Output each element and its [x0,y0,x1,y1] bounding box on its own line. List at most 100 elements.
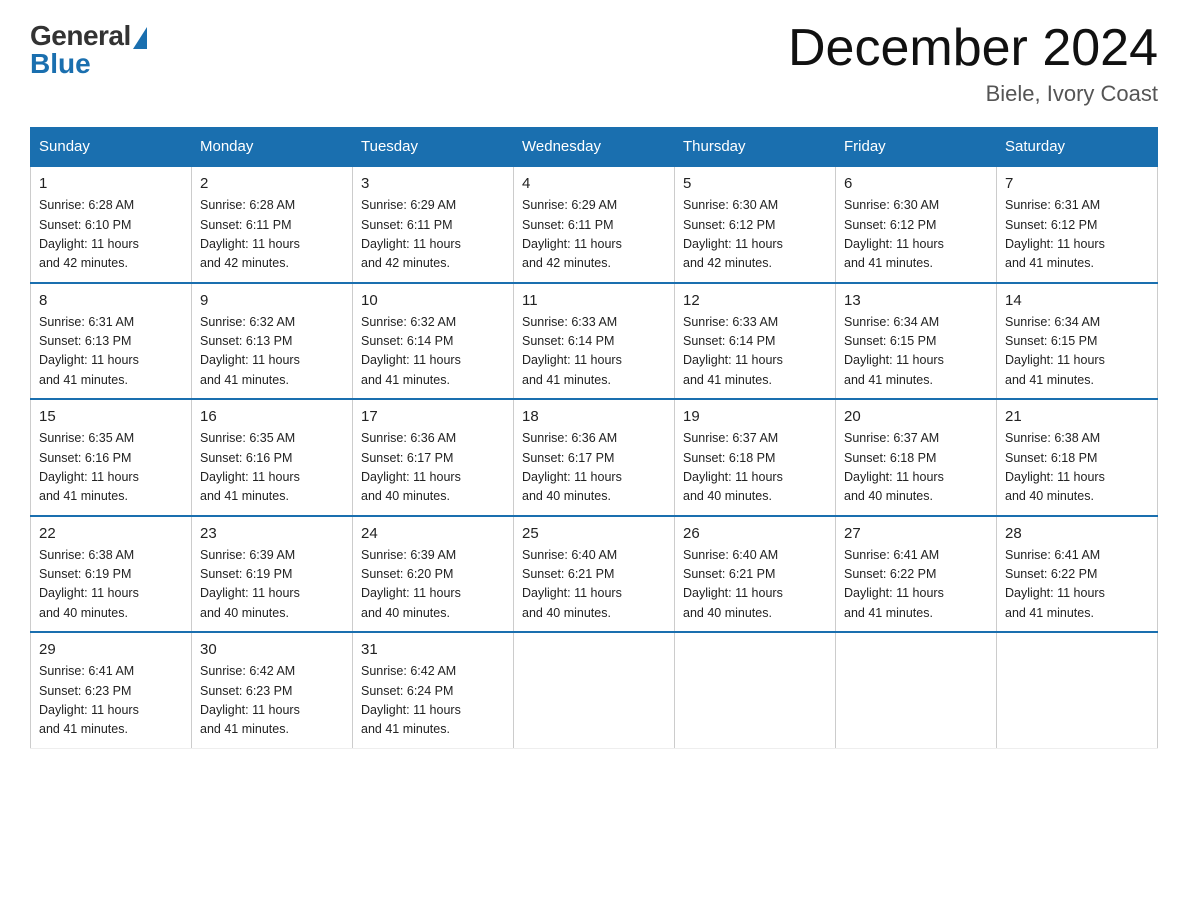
day-number: 4 [522,175,666,192]
column-header-tuesday: Tuesday [353,128,514,167]
day-number: 27 [844,525,988,542]
calendar-day-cell: 4 Sunrise: 6:29 AM Sunset: 6:11 PM Daylig… [514,166,675,283]
day-info: Sunrise: 6:42 AM Sunset: 6:24 PM Dayligh… [361,662,505,740]
calendar-empty-cell [836,632,997,748]
day-info: Sunrise: 6:38 AM Sunset: 6:19 PM Dayligh… [39,546,183,624]
day-number: 13 [844,292,988,309]
day-info: Sunrise: 6:30 AM Sunset: 6:12 PM Dayligh… [844,196,988,274]
calendar-day-cell: 12 Sunrise: 6:33 AM Sunset: 6:14 PM Dayli… [675,283,836,400]
calendar-day-cell: 29 Sunrise: 6:41 AM Sunset: 6:23 PM Dayli… [31,632,192,748]
calendar-day-cell: 5 Sunrise: 6:30 AM Sunset: 6:12 PM Daylig… [675,166,836,283]
title-area: December 2024 Biele, Ivory Coast [788,20,1158,107]
column-header-friday: Friday [836,128,997,167]
day-info: Sunrise: 6:41 AM Sunset: 6:23 PM Dayligh… [39,662,183,740]
day-info: Sunrise: 6:29 AM Sunset: 6:11 PM Dayligh… [361,196,505,274]
day-number: 29 [39,641,183,658]
day-info: Sunrise: 6:40 AM Sunset: 6:21 PM Dayligh… [683,546,827,624]
column-header-wednesday: Wednesday [514,128,675,167]
calendar-day-cell: 7Sunrise: 6:31 AM Sunset: 6:12 PM Daylig… [997,166,1158,283]
calendar-day-cell: 28 Sunrise: 6:41 AM Sunset: 6:22 PM Dayli… [997,516,1158,633]
day-number: 17 [361,408,505,425]
day-info: Sunrise: 6:39 AM Sunset: 6:20 PM Dayligh… [361,546,505,624]
day-number: 19 [683,408,827,425]
day-info: Sunrise: 6:37 AM Sunset: 6:18 PM Dayligh… [683,429,827,507]
column-header-monday: Monday [192,128,353,167]
calendar-table: SundayMondayTuesdayWednesdayThursdayFrid… [30,127,1158,749]
calendar-day-cell: 22 Sunrise: 6:38 AM Sunset: 6:19 PM Dayli… [31,516,192,633]
calendar-week-row: 15 Sunrise: 6:35 AM Sunset: 6:16 PM Dayli… [31,399,1158,516]
calendar-day-cell: 13 Sunrise: 6:34 AM Sunset: 6:15 PM Dayli… [836,283,997,400]
day-info: Sunrise: 6:39 AM Sunset: 6:19 PM Dayligh… [200,546,344,624]
calendar-day-cell: 17 Sunrise: 6:36 AM Sunset: 6:17 PM Dayli… [353,399,514,516]
calendar-empty-cell [675,632,836,748]
day-number: 3 [361,175,505,192]
calendar-day-cell: 15 Sunrise: 6:35 AM Sunset: 6:16 PM Dayli… [31,399,192,516]
day-info: Sunrise: 6:28 AM Sunset: 6:10 PM Dayligh… [39,196,183,274]
day-number: 9 [200,292,344,309]
day-info: Sunrise: 6:41 AM Sunset: 6:22 PM Dayligh… [1005,546,1149,624]
day-number: 20 [844,408,988,425]
calendar-day-cell: 16 Sunrise: 6:35 AM Sunset: 6:16 PM Dayli… [192,399,353,516]
day-info: Sunrise: 6:36 AM Sunset: 6:17 PM Dayligh… [522,429,666,507]
day-info: Sunrise: 6:35 AM Sunset: 6:16 PM Dayligh… [200,429,344,507]
calendar-week-row: 29 Sunrise: 6:41 AM Sunset: 6:23 PM Dayli… [31,632,1158,748]
calendar-day-cell: 21Sunrise: 6:38 AM Sunset: 6:18 PM Dayli… [997,399,1158,516]
calendar-day-cell: 23 Sunrise: 6:39 AM Sunset: 6:19 PM Dayli… [192,516,353,633]
day-number: 26 [683,525,827,542]
calendar-day-cell: 30Sunrise: 6:42 AM Sunset: 6:23 PM Dayli… [192,632,353,748]
calendar-day-cell: 8Sunrise: 6:31 AM Sunset: 6:13 PM Daylig… [31,283,192,400]
calendar-header-row: SundayMondayTuesdayWednesdayThursdayFrid… [31,128,1158,167]
day-info: Sunrise: 6:34 AM Sunset: 6:15 PM Dayligh… [1005,313,1149,391]
day-number: 25 [522,525,666,542]
day-number: 28 [1005,525,1149,542]
day-info: Sunrise: 6:29 AM Sunset: 6:11 PM Dayligh… [522,196,666,274]
day-info: Sunrise: 6:34 AM Sunset: 6:15 PM Dayligh… [844,313,988,391]
calendar-day-cell: 25 Sunrise: 6:40 AM Sunset: 6:21 PM Dayli… [514,516,675,633]
day-info: Sunrise: 6:37 AM Sunset: 6:18 PM Dayligh… [844,429,988,507]
day-number: 23 [200,525,344,542]
calendar-day-cell: 6Sunrise: 6:30 AM Sunset: 6:12 PM Daylig… [836,166,997,283]
calendar-day-cell: 1 Sunrise: 6:28 AM Sunset: 6:10 PM Daylig… [31,166,192,283]
day-info: Sunrise: 6:28 AM Sunset: 6:11 PM Dayligh… [200,196,344,274]
calendar-day-cell: 24 Sunrise: 6:39 AM Sunset: 6:20 PM Dayli… [353,516,514,633]
day-number: 7 [1005,175,1149,192]
day-number: 22 [39,525,183,542]
day-number: 5 [683,175,827,192]
day-info: Sunrise: 6:32 AM Sunset: 6:13 PM Dayligh… [200,313,344,391]
day-info: Sunrise: 6:35 AM Sunset: 6:16 PM Dayligh… [39,429,183,507]
day-number: 30 [200,641,344,658]
month-title: December 2024 [788,20,1158,77]
calendar-week-row: 22 Sunrise: 6:38 AM Sunset: 6:19 PM Dayli… [31,516,1158,633]
day-number: 1 [39,175,183,192]
day-info: Sunrise: 6:38 AM Sunset: 6:18 PM Dayligh… [1005,429,1149,507]
column-header-saturday: Saturday [997,128,1158,167]
calendar-day-cell: 10Sunrise: 6:32 AM Sunset: 6:14 PM Dayli… [353,283,514,400]
day-info: Sunrise: 6:30 AM Sunset: 6:12 PM Dayligh… [683,196,827,274]
calendar-day-cell: 18 Sunrise: 6:36 AM Sunset: 6:17 PM Dayli… [514,399,675,516]
day-info: Sunrise: 6:40 AM Sunset: 6:21 PM Dayligh… [522,546,666,624]
day-info: Sunrise: 6:33 AM Sunset: 6:14 PM Dayligh… [683,313,827,391]
day-number: 16 [200,408,344,425]
calendar-week-row: 1 Sunrise: 6:28 AM Sunset: 6:10 PM Daylig… [31,166,1158,283]
logo-triangle-icon [133,27,147,49]
day-info: Sunrise: 6:36 AM Sunset: 6:17 PM Dayligh… [361,429,505,507]
calendar-day-cell: 3 Sunrise: 6:29 AM Sunset: 6:11 PM Daylig… [353,166,514,283]
day-number: 15 [39,408,183,425]
day-info: Sunrise: 6:32 AM Sunset: 6:14 PM Dayligh… [361,313,505,391]
day-number: 12 [683,292,827,309]
day-number: 8 [39,292,183,309]
day-number: 11 [522,292,666,309]
day-number: 18 [522,408,666,425]
calendar-empty-cell [997,632,1158,748]
calendar-day-cell: 11Sunrise: 6:33 AM Sunset: 6:14 PM Dayli… [514,283,675,400]
calendar-day-cell: 9 Sunrise: 6:32 AM Sunset: 6:13 PM Daylig… [192,283,353,400]
day-number: 2 [200,175,344,192]
calendar-day-cell: 2 Sunrise: 6:28 AM Sunset: 6:11 PM Daylig… [192,166,353,283]
column-header-thursday: Thursday [675,128,836,167]
day-number: 31 [361,641,505,658]
day-number: 24 [361,525,505,542]
calendar-day-cell: 27Sunrise: 6:41 AM Sunset: 6:22 PM Dayli… [836,516,997,633]
logo: General Blue [30,20,147,80]
calendar-day-cell: 14Sunrise: 6:34 AM Sunset: 6:15 PM Dayli… [997,283,1158,400]
location-label: Biele, Ivory Coast [788,81,1158,107]
